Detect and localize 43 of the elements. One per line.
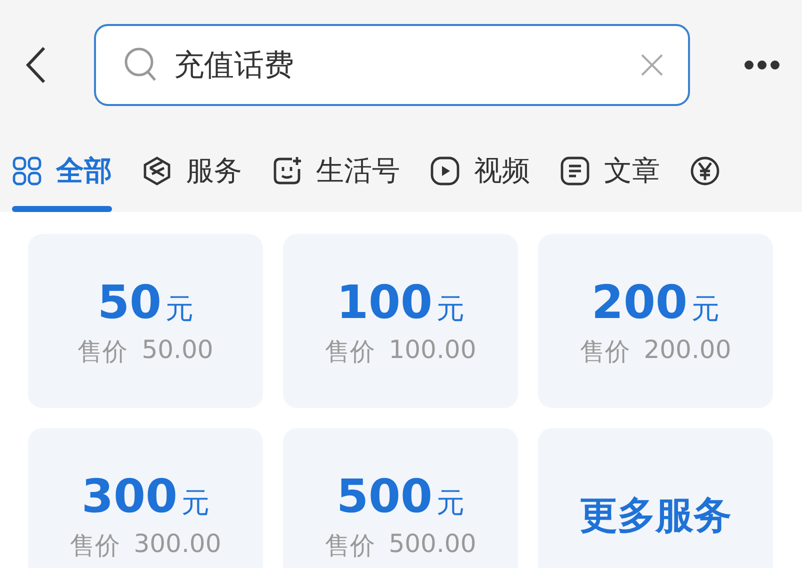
price-label: 售价 — [70, 530, 120, 562]
product-card[interactable]: 300 元 售价 300.00 — [28, 428, 263, 568]
amount-text: 500 — [336, 468, 433, 522]
price-text: 500.00 — [388, 528, 476, 560]
amount-text: 50 — [97, 274, 162, 328]
price-text: 300.00 — [134, 528, 222, 560]
price-label: 售价 — [324, 530, 375, 562]
product-card[interactable]: 更多服务 — [538, 428, 773, 568]
back-icon[interactable] — [24, 45, 48, 85]
product-card[interactable]: 100 元 售价 100.00 — [283, 234, 518, 408]
price-text: 50.00 — [142, 334, 214, 366]
price-label: 售价 — [580, 336, 630, 368]
price-label: 售价 — [324, 336, 375, 368]
smiley-icon — [272, 156, 302, 186]
grid-icon — [12, 156, 42, 186]
search-input[interactable]: 充值话费 — [172, 46, 640, 84]
tab[interactable]: 服务 — [142, 130, 242, 212]
amount-text: 300 — [81, 468, 178, 522]
cube-icon — [142, 156, 172, 186]
tab[interactable]: 文章 — [560, 130, 660, 212]
product-card[interactable]: 500 元 售价 500.00 — [283, 428, 518, 568]
more-services-text: 更多服务 — [580, 492, 732, 538]
unit-text: 元 — [436, 484, 465, 520]
product-card[interactable]: 50 元 售价 50.00 — [28, 234, 263, 408]
search-bar[interactable]: 充值话费 — [94, 24, 690, 106]
product-card[interactable]: 200 元 售价 200.00 — [538, 234, 773, 408]
tab[interactable]: 全部 — [12, 130, 112, 212]
tab[interactable]: 生活号 — [272, 130, 400, 212]
more-icon[interactable] — [744, 60, 780, 70]
unit-text: 元 — [692, 290, 720, 326]
play-icon — [430, 156, 460, 186]
yen-icon — [690, 156, 720, 186]
unit-text: 元 — [436, 290, 465, 326]
search-icon — [124, 47, 158, 83]
price-text: 100.00 — [388, 334, 476, 366]
amount-text: 100 — [336, 274, 433, 328]
unit-text: 元 — [166, 290, 194, 326]
unit-text: 元 — [182, 484, 210, 520]
document-icon — [560, 156, 590, 186]
price-text: 200.00 — [644, 334, 732, 366]
amount-text: 200 — [591, 274, 688, 328]
price-label: 售价 — [78, 336, 128, 368]
tab[interactable]: 视频 — [430, 130, 530, 212]
